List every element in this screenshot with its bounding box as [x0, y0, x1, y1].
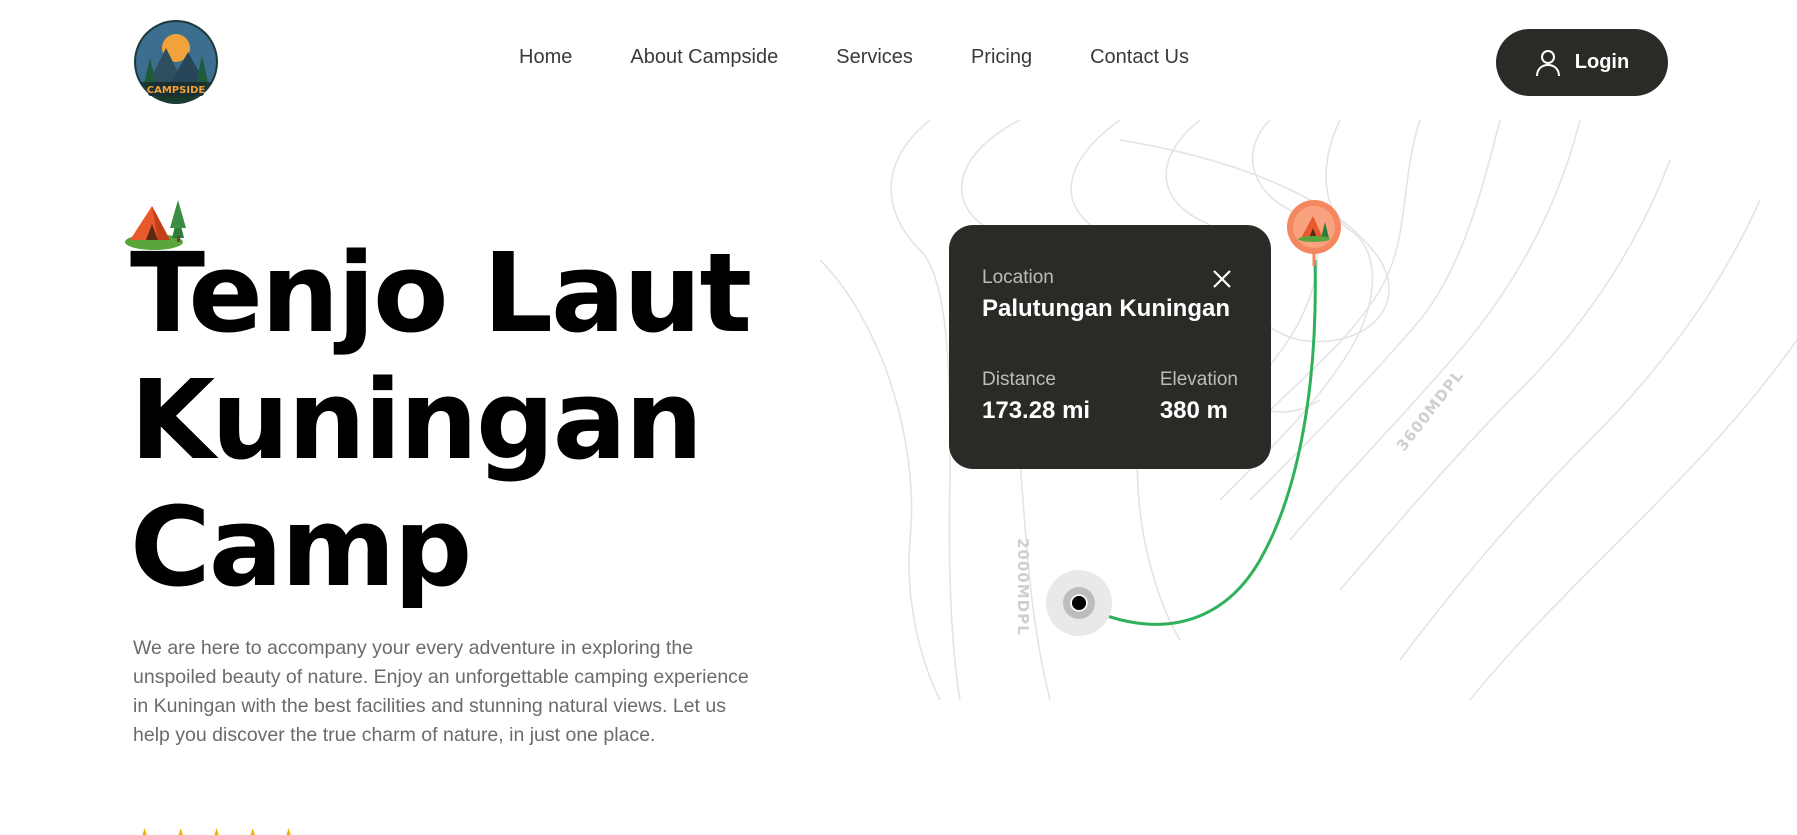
- nav-services[interactable]: Services: [836, 46, 913, 69]
- contour-label-2000: 2000MDPL: [1014, 538, 1032, 636]
- location-card: Location Palutungan Kuningan Distance 17…: [949, 225, 1271, 469]
- elevation-value: 380 m: [1159, 397, 1228, 424]
- elevation-label: Elevation: [1159, 369, 1238, 390]
- rating-stars: ★ ★ ★ ★ ★: [133, 825, 301, 835]
- main-nav: Home About Campside Services Pricing Con…: [519, 46, 1189, 69]
- elevation-stat: Elevation 380 m: [1160, 369, 1238, 425]
- hero-title-line-3: Camp: [130, 483, 472, 611]
- location-label: Location: [982, 267, 1054, 288]
- hero-title: Tenjo Laut Kuningan Camp: [130, 230, 930, 611]
- star-icon: ★: [169, 825, 193, 835]
- star-icon: ★: [133, 825, 157, 835]
- star-icon: ★: [205, 825, 229, 835]
- nav-contact-us[interactable]: Contact Us: [1090, 46, 1189, 69]
- campside-logo[interactable]: CAMPSIDE: [132, 18, 220, 106]
- contour-label-3600: 3600MDPL: [1393, 366, 1467, 454]
- route-start-marker[interactable]: [1046, 570, 1112, 636]
- hero-title-line-1: Tenjo Laut: [130, 229, 752, 357]
- login-button[interactable]: Login: [1496, 29, 1668, 96]
- distance-value: 173.28 mi: [982, 397, 1091, 424]
- close-icon[interactable]: [1210, 267, 1234, 291]
- hero-title-line-2: Kuningan: [130, 356, 703, 484]
- distance-stat: Distance 173.28 mi: [982, 369, 1090, 425]
- location-value: Palutungan Kuningan: [982, 295, 1230, 322]
- nav-home[interactable]: Home: [519, 46, 572, 69]
- login-label: Login: [1574, 51, 1630, 73]
- tent-pin-icon[interactable]: [1285, 200, 1343, 268]
- nav-pricing[interactable]: Pricing: [971, 46, 1032, 69]
- user-icon: [1535, 49, 1560, 76]
- star-icon: ★: [241, 825, 265, 835]
- hero-description: We are here to accompany your every adve…: [133, 637, 749, 746]
- nav-about-campside[interactable]: About Campside: [630, 46, 778, 69]
- distance-label: Distance: [982, 369, 1056, 390]
- logo-text: CAMPSIDE: [147, 85, 206, 96]
- star-icon: ★: [277, 825, 301, 835]
- card-stats: Distance 173.28 mi Elevation 380 m: [982, 369, 1238, 425]
